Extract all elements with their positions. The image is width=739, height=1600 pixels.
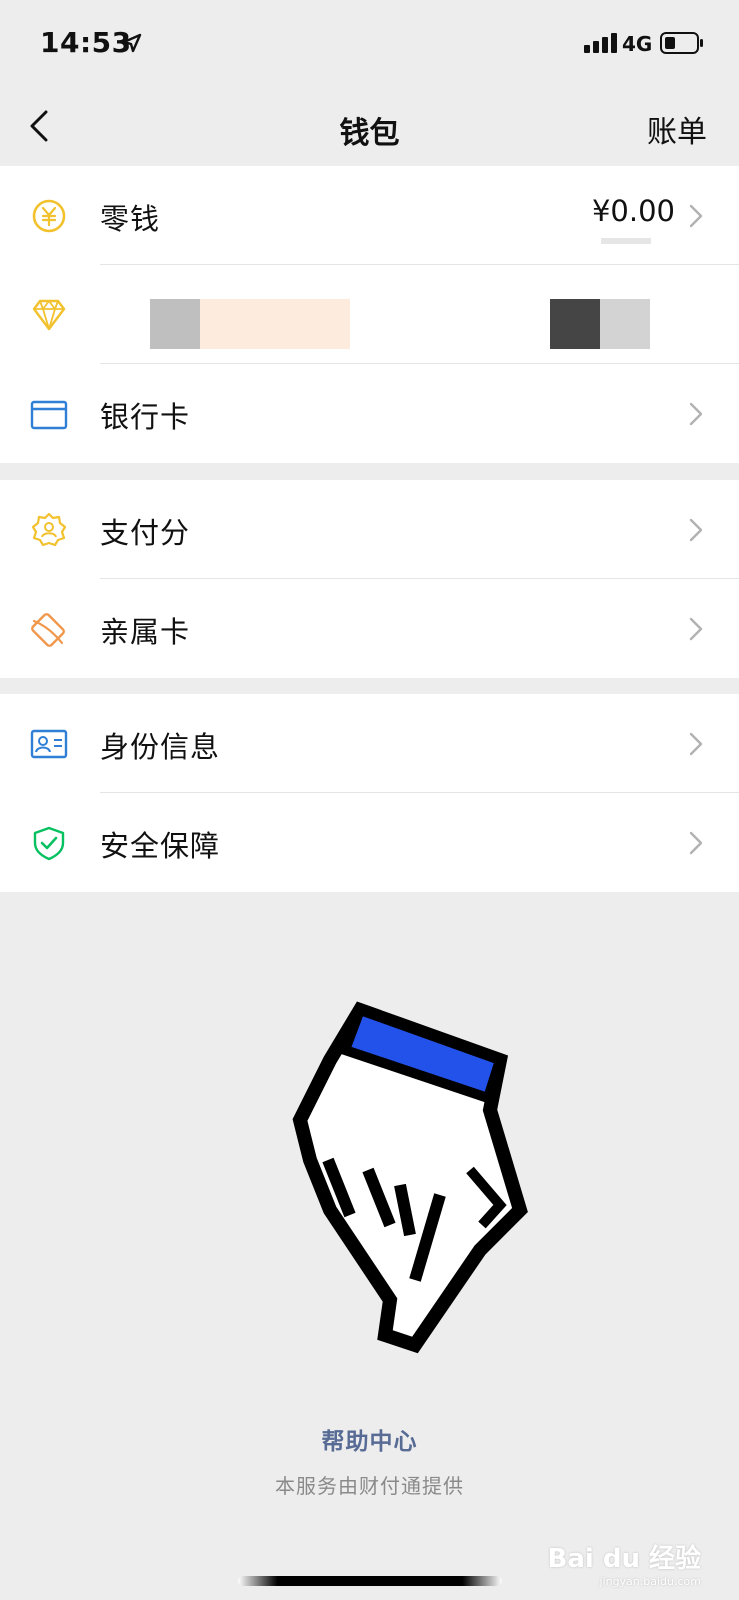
- id-card-icon: [30, 729, 68, 759]
- chevron-right-icon: [689, 204, 703, 228]
- redaction-block: [150, 299, 200, 349]
- credit-score-row[interactable]: 支付分: [0, 480, 739, 579]
- wallet-group-services: 支付分 亲属卡: [0, 480, 739, 678]
- redaction-mark: [601, 238, 651, 244]
- page-title: 钱包: [339, 116, 400, 151]
- network-type: 4G: [622, 32, 653, 56]
- redaction-block: [600, 299, 650, 349]
- bank-card-icon: [30, 400, 68, 430]
- credit-score-icon: [31, 512, 67, 547]
- chevron-right-icon: [689, 617, 703, 641]
- redacted-row[interactable]: [0, 265, 739, 364]
- battery-icon: [660, 32, 703, 54]
- family-card-icon: [31, 613, 65, 647]
- security-label: 安全保障: [100, 829, 221, 863]
- provider-text: 本服务由财付通提供: [275, 1474, 464, 1498]
- chevron-right-icon: [689, 732, 703, 756]
- chevron-right-icon: [689, 518, 703, 542]
- family-card-row[interactable]: 亲属卡: [0, 579, 739, 678]
- bill-button[interactable]: 账单: [647, 107, 707, 151]
- wallet-group-funds: 零钱 ¥0.00 银行卡: [0, 166, 739, 463]
- help-center-link[interactable]: 帮助中心: [0, 1422, 739, 1456]
- wallet-group-account: 身份信息 安全保障: [0, 694, 739, 892]
- diamond-icon: [32, 299, 66, 331]
- yuan-coin-icon: [32, 199, 66, 233]
- watermark-url: jingyan.baidu.com: [599, 1575, 701, 1588]
- balance-row[interactable]: 零钱 ¥0.00: [0, 166, 739, 265]
- status-time: 14:53: [40, 26, 132, 59]
- chevron-right-icon: [689, 402, 703, 426]
- security-row[interactable]: 安全保障: [0, 793, 739, 892]
- baidu-watermark: Bai du 经验 jingyan.baidu.com: [548, 1538, 702, 1588]
- home-indicator[interactable]: [238, 1576, 502, 1586]
- redaction-block: [550, 299, 600, 349]
- nav-bar: 钱包 账单: [0, 88, 739, 166]
- status-bar: 14:53 4G: [0, 0, 739, 88]
- bank-card-label: 银行卡: [100, 400, 191, 434]
- family-card-label: 亲属卡: [100, 615, 191, 649]
- chevron-right-icon: [689, 831, 703, 855]
- signal-icon: [584, 33, 617, 53]
- identity-info-label: 身份信息: [100, 730, 221, 764]
- balance-value: ¥0.00: [591, 194, 675, 228]
- credit-score-label: 支付分: [100, 516, 191, 550]
- watermark-brand: Bai du 经验: [547, 1544, 702, 1574]
- bank-card-row[interactable]: 银行卡: [0, 364, 739, 463]
- location-arrow-icon: [122, 33, 142, 53]
- balance-label: 零钱: [100, 202, 161, 236]
- redaction-block: [200, 299, 350, 349]
- identity-info-row[interactable]: 身份信息: [0, 694, 739, 793]
- pointing-hand-icon: [292, 1001, 528, 1354]
- security-shield-icon: [33, 826, 65, 861]
